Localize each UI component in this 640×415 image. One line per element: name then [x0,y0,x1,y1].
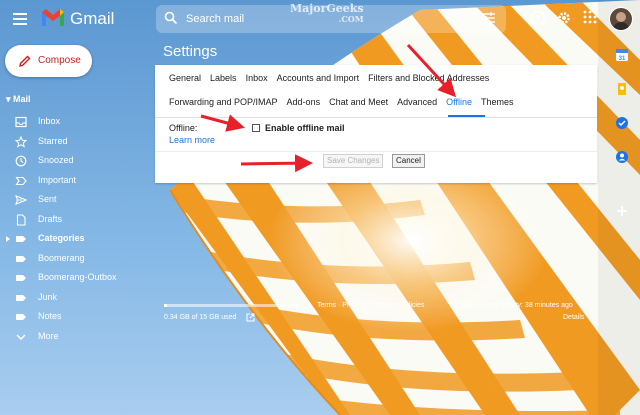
apps-grid-icon[interactable] [583,10,597,24]
divider [155,151,597,152]
sidebar-item-label: Notes [38,311,62,321]
page-title: Settings [163,43,218,60]
help-icon[interactable]: ? [530,10,546,26]
sidebar-item-label: Important [38,174,77,185]
sidebar-item-junk[interactable]: Junk [0,288,150,308]
chevron-down-icon [16,334,26,340]
tab-labels[interactable]: Labels [210,73,237,83]
tab-add-ons[interactable]: Add-ons [287,97,321,107]
divider [155,117,597,118]
tab-advanced[interactable]: Advanced [397,97,437,107]
label-icon [16,236,26,242]
sidebar-item-boomerang[interactable]: Boomerang [0,249,150,269]
svg-text:31: 31 [619,56,626,62]
keep-icon[interactable] [615,82,629,96]
storage-usage-bar [164,304,298,307]
sidebar-item-label: Drafts [38,213,63,224]
last-account-activity: Last account activity: 38 minutes ago [458,302,573,309]
storage-usage-text: 0.34 GB of 15 GB used [164,314,237,321]
sidebar-item-notes[interactable]: Notes [0,307,150,327]
search-icon[interactable] [164,11,178,25]
inbox-icon [15,116,27,128]
sidebar-item-label: Categories [38,233,85,243]
enable-offline-mail-checkbox[interactable] [252,124,260,132]
mail-section-label: Mail [13,94,31,104]
open-in-new-icon[interactable] [246,313,255,322]
contacts-icon[interactable] [615,150,629,164]
draft-icon [16,213,26,226]
enable-offline-mail-label[interactable]: Enable offline mail [265,123,345,133]
pencil-icon [19,55,31,67]
star-icon [15,135,27,148]
label-icon [16,275,26,281]
tab-inbox[interactable]: Inbox [246,73,268,83]
offline-setting-label: Offline: [169,123,198,133]
sidebar-item-boomerang-outbox[interactable]: Boomerang-Outbox [0,268,150,288]
label-icon [16,255,26,262]
compose-button[interactable]: Compose [5,45,92,77]
sidebar-nav: Inbox Starred Snoozed Important Sent Dra… [0,112,150,346]
sidebar-item-label: More [38,330,59,341]
tab-themes[interactable]: Themes [481,97,514,107]
search-options-icon[interactable] [482,11,496,25]
svg-text:?: ? [535,14,541,24]
sidebar-item-label: Inbox [38,116,61,126]
sidebar-item-starred[interactable]: Starred [0,132,150,152]
settings-gear-icon[interactable] [556,10,572,26]
sidebar-item-drafts[interactable]: Drafts [0,210,150,230]
expand-caret-icon[interactable] [6,236,10,242]
tasks-icon[interactable] [615,116,629,130]
sidebar-item-label: Boomerang-Outbox [38,272,117,282]
settings-panel: General Labels Inbox Accounts and Import Fil… [155,65,597,183]
tab-filters-and-blocked-addresses[interactable]: Filters and Blocked Addresses [368,73,489,83]
tab-forwarding-and-pop-imap[interactable]: Forwarding and POP/IMAP [169,97,278,107]
calendar-icon[interactable]: 31 [615,48,629,62]
sidebar-item-important[interactable]: Important [0,171,150,191]
footer-links[interactable]: Terms · Privacy · Program Policies [317,302,424,309]
settings-tabs-row-2: Forwarding and POP/IMAP Add-ons Chat and M… [169,97,523,111]
watermark: MajorGeeks .COM [290,3,364,24]
compose-label: Compose [38,55,81,66]
sidebar-item-label: Junk [38,291,58,302]
settings-tabs-row-1: General Labels Inbox Accounts and Import Fil… [169,73,498,87]
details-link[interactable]: Details [563,314,584,321]
main-menu-icon[interactable] [10,9,32,29]
label-icon [16,314,26,320]
save-changes-button[interactable]: Save Changes [323,154,384,168]
cancel-button[interactable]: Cancel [392,154,425,168]
app-title[interactable]: Gmail [70,9,114,29]
account-avatar[interactable] [609,7,633,31]
tab-offline[interactable]: Offline [446,97,472,107]
tab-general[interactable]: General [169,73,201,83]
watermark-sub: .COM [338,14,364,24]
sidebar-item-snoozed[interactable]: Snoozed [0,151,150,171]
sidebar-item-label: Starred [38,135,68,146]
label-icon [16,294,26,301]
gmail-logo-icon[interactable] [40,8,66,28]
learn-more-link[interactable]: Learn more [169,135,215,145]
mail-section-header[interactable]: ▾ Mail [6,94,31,105]
tab-accounts-and-import[interactable]: Accounts and Import [277,73,360,83]
add-addon-icon[interactable] [615,204,629,218]
storage-usage-fill [164,304,168,307]
sidebar-item-more[interactable]: More [0,327,150,347]
sidebar-item-categories[interactable]: Categories [0,229,150,249]
top-bar: Gmail MajorGeeks .COM ? [0,0,640,38]
sidebar-item-label: Boomerang [38,252,85,263]
clock-icon [15,155,27,167]
sidebar-item-label: Sent [38,194,57,204]
sidebar-item-label: Snoozed [38,155,74,165]
send-icon [15,195,27,205]
important-icon [15,176,27,185]
tab-chat-and-meet[interactable]: Chat and Meet [329,97,388,107]
sidebar-item-sent[interactable]: Sent [0,190,150,210]
sidebar-item-inbox[interactable]: Inbox [0,112,150,132]
